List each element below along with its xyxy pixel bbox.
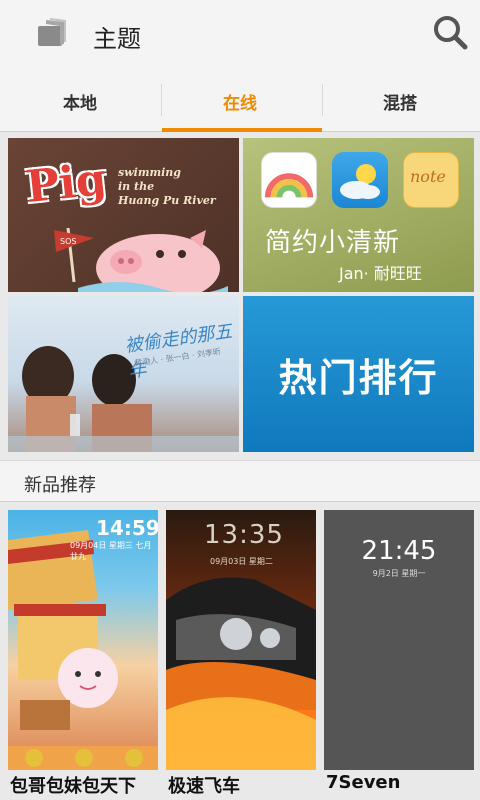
theme-name[interactable]: 极速飞车 (168, 772, 240, 798)
subtitle-line: in the (118, 180, 155, 193)
banner-movie-theme[interactable]: 被偷走的那五年 黄渤人 · 张一白 · 刘孝昕 (8, 296, 239, 452)
theme-store-screen: 主题 本地 在线 混搭 Pig swimming in the Huang Pu… (0, 0, 480, 800)
flag-text: SOS (60, 237, 76, 246)
page-title: 主题 (93, 25, 141, 53)
tab-mix[interactable]: 混搭 (320, 70, 480, 132)
note-app-icon: note (403, 152, 459, 208)
couple-photo (8, 346, 239, 452)
tab-online[interactable]: 在线 (160, 70, 320, 132)
lockscreen-date: 09月03日 星期二 (210, 557, 273, 566)
theme-folder-icon[interactable] (36, 18, 68, 48)
lockscreen-time: 21:45 (361, 536, 437, 566)
banner-pig-theme[interactable]: Pig swimming in the Huang Pu River SOS (8, 138, 239, 292)
theme-card-7seven[interactable]: 21:45 9月2日 星期一 (324, 510, 474, 770)
banner-pig-title: Pig (23, 153, 110, 214)
pig-illustration (78, 230, 228, 292)
banner-fresh-theme[interactable]: note 简约小清新 Jan· 耐旺旺 (243, 138, 474, 292)
subtitle-line: swimming (118, 166, 181, 179)
tab-local[interactable]: 本地 (0, 70, 160, 132)
section-title: 新品推荐 (24, 475, 96, 496)
hot-ranking-label: 热门排行 (278, 355, 439, 400)
rainbow-app-icon (261, 152, 317, 208)
lockscreen-time: 13:35 (204, 520, 284, 550)
note-label: note (410, 167, 446, 186)
theme-card-racing[interactable]: 13:35 09月03日 星期二 (166, 510, 316, 770)
banner-fresh-title: 简约小清新 (265, 228, 401, 258)
section-header-new: 新品推荐 (0, 460, 480, 502)
banner-fresh-subtitle: Jan· 耐旺旺 (339, 264, 422, 283)
lockscreen-date: 09月04日 星期三 七月廿九 (70, 541, 152, 561)
theme-card-baoge[interactable]: 14:59 09月04日 星期三 七月廿九 (8, 510, 158, 770)
lockscreen-date: 9月2日 星期一 (372, 569, 426, 578)
banner-pig-subtitle: swimming in the Huang Pu River (118, 166, 216, 208)
lockscreen-time: 14:59 (96, 516, 158, 540)
tab-bar: 本地 在线 混搭 (0, 70, 480, 132)
theme-name[interactable]: 包哥包妹包天下 (10, 772, 136, 798)
action-bar: 主题 (0, 0, 480, 70)
weather-app-icon (332, 152, 388, 208)
search-icon[interactable] (430, 12, 470, 52)
banner-hot-ranking[interactable]: 热门排行 (243, 296, 474, 452)
tab-selected-indicator (162, 128, 322, 132)
theme-name[interactable]: 7Seven (326, 772, 400, 793)
subtitle-line: Huang Pu River (118, 194, 216, 207)
